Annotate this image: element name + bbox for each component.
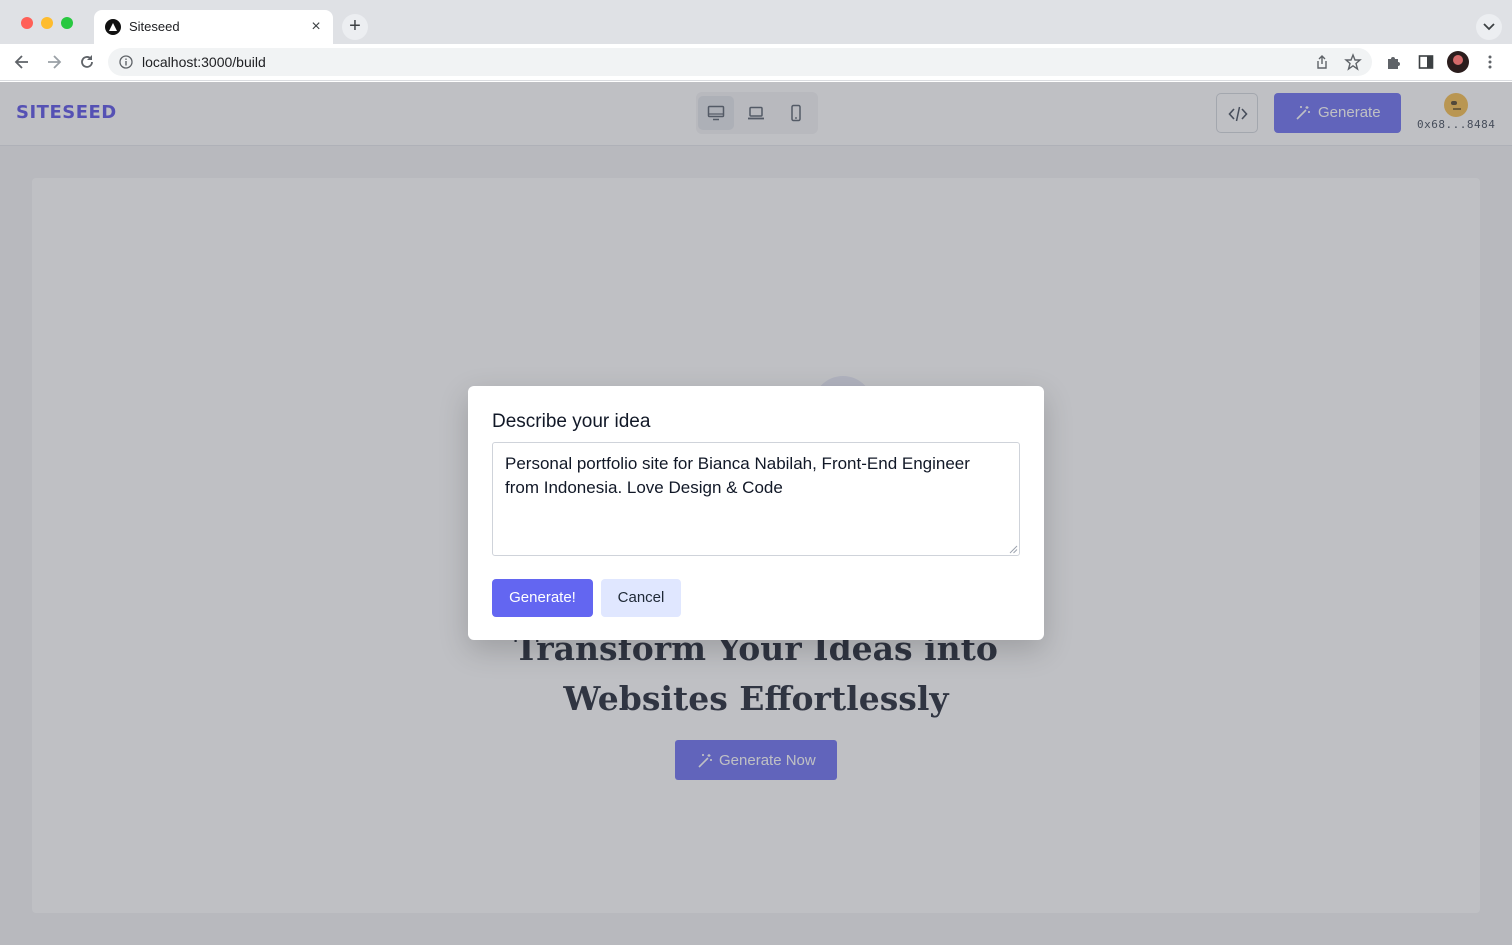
kebab-menu-icon[interactable] (1482, 54, 1498, 70)
back-arrow-icon[interactable] (12, 52, 32, 72)
address-bar[interactable]: localhost:3000/build (108, 48, 1372, 76)
favicon-icon (105, 19, 121, 35)
tab-title: Siteseed (129, 19, 180, 34)
share-icon[interactable] (1314, 54, 1330, 70)
url-text[interactable]: localhost:3000/build (142, 54, 266, 70)
window-minimize-button[interactable] (41, 17, 53, 29)
new-tab-button[interactable]: + (342, 14, 368, 40)
window-maximize-button[interactable] (61, 17, 73, 29)
profile-avatar[interactable] (1447, 51, 1469, 73)
browser-tab-bar: Siteseed × + (0, 0, 1512, 44)
modal-cancel-button[interactable]: Cancel (601, 579, 681, 617)
idea-textarea[interactable]: Personal portfolio site for Bianca Nabil… (492, 442, 1020, 556)
chevron-down-icon (1483, 23, 1495, 31)
window-close-button[interactable] (21, 17, 33, 29)
modal-title: Describe your idea (492, 411, 651, 432)
browser-toolbar: localhost:3000/build (0, 44, 1512, 81)
resize-handle-icon[interactable] (1009, 545, 1018, 554)
browser-tab[interactable]: Siteseed × (94, 10, 333, 44)
extensions-puzzle-icon[interactable] (1385, 53, 1403, 71)
describe-idea-modal: Describe your idea Personal portfolio si… (468, 386, 1044, 640)
side-panel-icon[interactable] (1418, 54, 1434, 70)
modal-generate-button[interactable]: Generate! (492, 579, 593, 617)
info-icon[interactable] (119, 55, 133, 69)
tab-close-icon[interactable]: × (307, 18, 325, 36)
forward-arrow-icon[interactable] (44, 52, 64, 72)
reload-icon[interactable] (77, 52, 97, 72)
tab-search-button[interactable] (1476, 14, 1502, 40)
bookmark-star-icon[interactable] (1344, 53, 1362, 71)
